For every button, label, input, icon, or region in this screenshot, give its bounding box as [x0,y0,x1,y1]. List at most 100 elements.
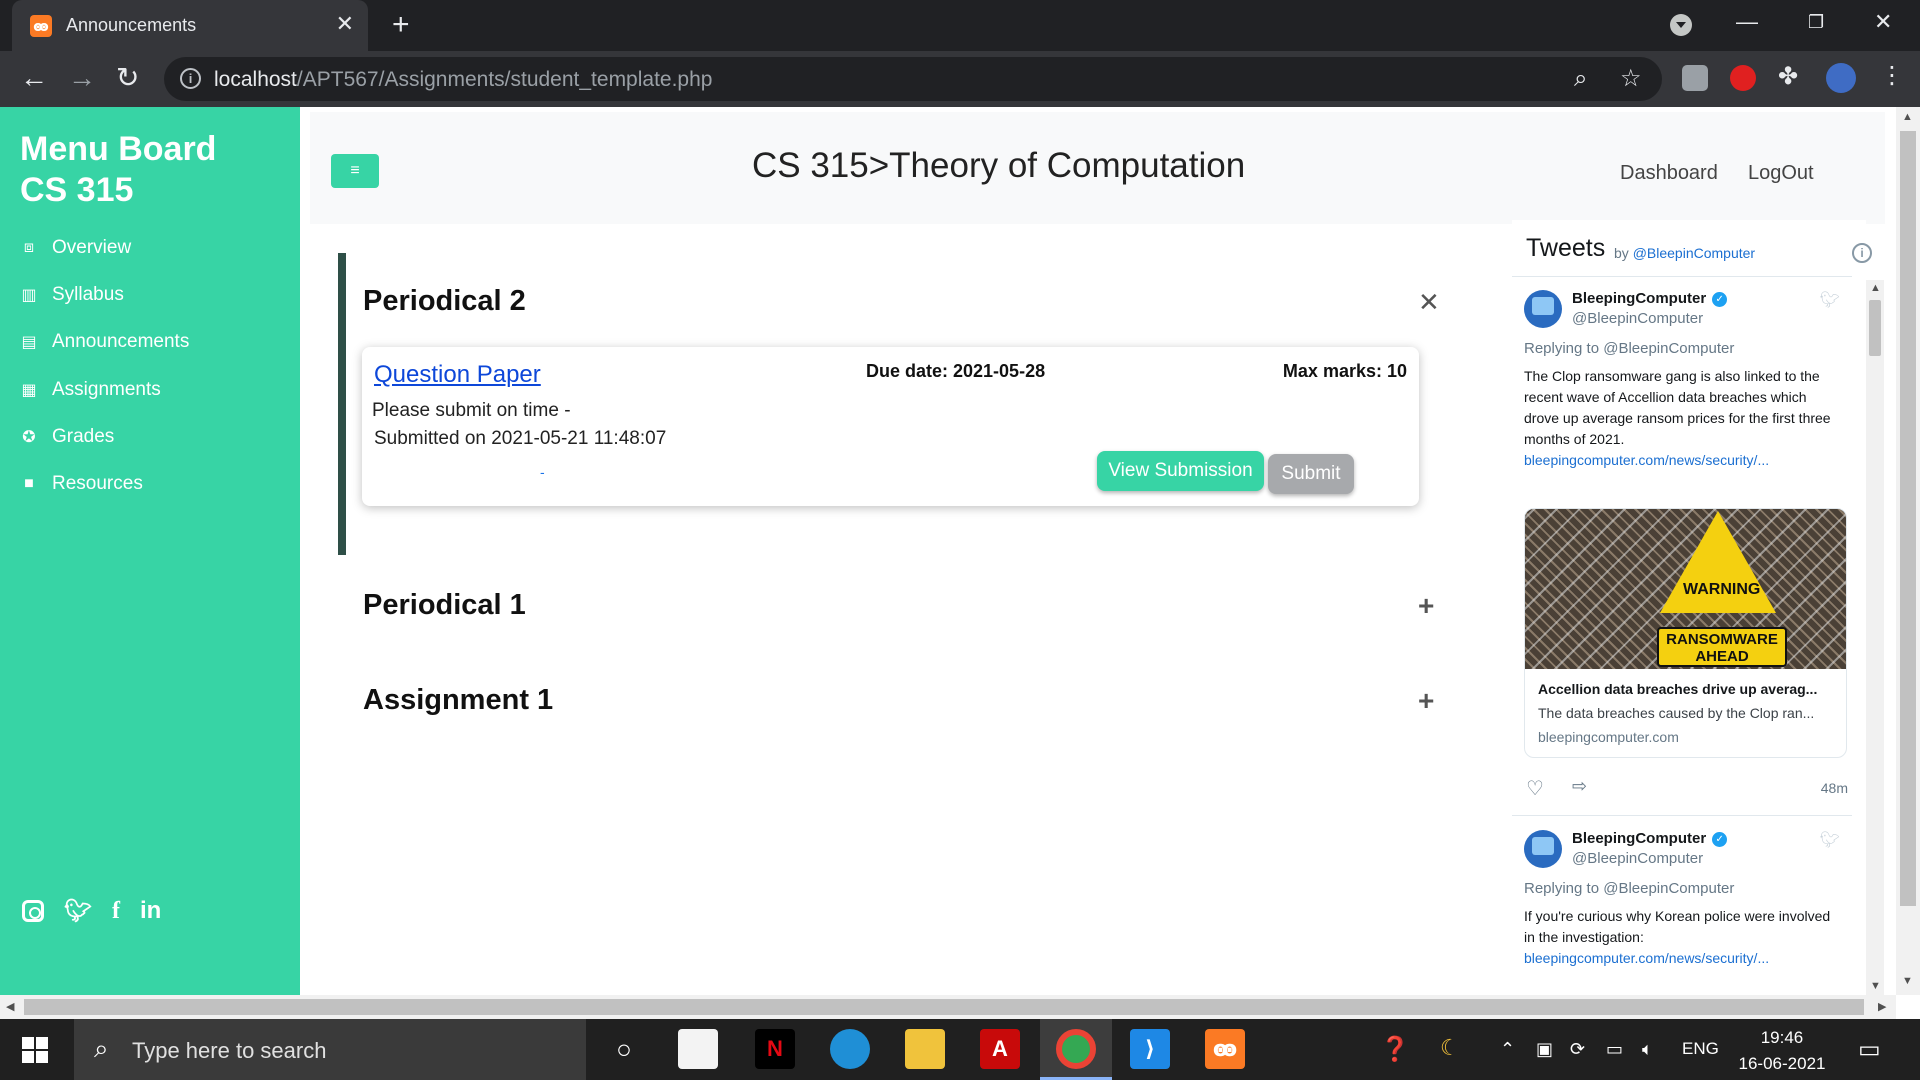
nav-logout-link[interactable]: LogOut [1748,162,1814,185]
scroll-up-icon[interactable]: ▲ [1902,111,1913,123]
window-close-icon[interactable]: ✕ [1874,8,1892,36]
system-clock[interactable]: 19:46 16-06-2021 [1736,1025,1828,1077]
site-info-icon[interactable]: i [180,68,201,89]
tweet-link[interactable]: bleepingcomputer.com/news/security/... [1524,950,1769,966]
edge-icon[interactable] [830,1029,870,1069]
expand-icon[interactable]: + [1418,685,1434,717]
xampp-icon[interactable]: ꙭ [1205,1029,1245,1069]
sidebar-item-grades[interactable]: ✪ Grades [20,426,114,448]
sidebar: Menu Board CS 315 ⧈ Overview ▥ Syllabus … [0,107,300,995]
section-title-assignment-1[interactable]: Assignment 1 [363,684,553,717]
cortana-icon[interactable]: ○ [604,1029,644,1069]
tweet-author[interactable]: BleepingComputer ✓ [1572,830,1728,847]
weather-moon-icon[interactable]: ☾ [1440,1035,1460,1061]
meet-icon[interactable]: ▣ [1536,1039,1553,1060]
horizontal-scrollbar[interactable]: ◀ ▶ [0,995,1896,1019]
adblock-extension-icon[interactable] [1730,65,1756,91]
twitter-icon[interactable]: 🐦︎ [64,898,92,924]
zoom-icon[interactable]: ⌕ [1574,66,1587,92]
submit-button[interactable]: Submit [1268,454,1354,494]
extension-icon[interactable] [1682,65,1708,91]
timeline-scrollbar[interactable]: ▲ ▼ [1866,280,1884,995]
vscode-icon[interactable]: ⟩ [1130,1029,1170,1069]
bookmark-star-icon[interactable]: ☆ [1620,66,1642,92]
sidebar-item-syllabus[interactable]: ▥ Syllabus [20,284,123,306]
notifications-icon[interactable]: ▭ [1858,1035,1881,1064]
tab-search-icon[interactable] [1670,14,1692,36]
forward-icon[interactable]: → [68,61,96,95]
scrollbar-thumb[interactable] [1869,300,1881,356]
acrobat-icon[interactable]: A [980,1029,1020,1069]
tweet-text: The Clop ransomware gang is also linked … [1524,368,1831,468]
chrome-icon[interactable] [1056,1029,1096,1069]
sidebar-item-assignments[interactable]: ▦ Assignments [20,379,160,401]
replying-to[interactable]: Replying to @BleepinComputer [1524,340,1734,357]
profile-avatar[interactable] [1826,63,1856,93]
section-title-periodical-1[interactable]: Periodical 1 [363,589,526,622]
replying-to[interactable]: Replying to @BleepinComputer [1524,880,1734,897]
box-icon: ⧈ [23,239,35,256]
netflix-icon[interactable]: N [755,1029,795,1069]
browser-menu-icon[interactable]: ⋮ [1880,63,1904,89]
verified-icon: ✓ [1712,292,1728,307]
reload-icon[interactable]: ↻ [116,61,139,95]
scroll-down-icon[interactable]: ▼ [1902,975,1913,987]
back-icon[interactable]: ← [20,61,48,95]
help-icon[interactable]: ❓ [1380,1035,1410,1064]
tweet-handle[interactable]: @BleepinComputer [1572,310,1703,327]
scroll-right-icon[interactable]: ▶ [1878,1000,1886,1013]
battery-icon[interactable]: ▭ [1606,1039,1623,1060]
scroll-left-icon[interactable]: ◀ [6,1000,14,1013]
twitter-bird-icon[interactable]: 🐦︎ [1820,290,1840,310]
avatar[interactable] [1524,290,1562,328]
taskbar-search-input[interactable]: ⌕ Type here to search [74,1019,586,1080]
linkedin-icon[interactable]: in [140,897,161,925]
tweet-author[interactable]: BleepingComputer ✓ [1572,290,1728,307]
tweet-time[interactable]: 48m [1821,780,1848,796]
twitter-bird-icon[interactable]: 🐦︎ [1820,830,1840,850]
info-icon[interactable]: i [1852,243,1872,263]
minimize-icon[interactable]: — [1736,8,1758,36]
volume-icon[interactable]: 🔈︎ [1642,1039,1653,1060]
show-hidden-icons-icon[interactable]: ⌃ [1500,1039,1515,1060]
updates-icon[interactable]: ⟳ [1570,1039,1585,1060]
address-bar[interactable]: i localhost/APT567/Assignments/student_t… [164,57,1662,101]
sidebar-item-overview[interactable]: ⧈ Overview [20,237,131,259]
collapse-icon[interactable]: ✕ [1418,287,1440,318]
file-explorer-icon[interactable] [905,1029,945,1069]
timeline-handle-link[interactable]: @BleepinComputer [1633,245,1755,261]
file-link-placeholder[interactable]: - [540,464,545,480]
extensions-puzzle-icon[interactable]: ✤ [1778,64,1798,90]
store-icon[interactable] [678,1029,718,1069]
restore-icon[interactable]: ❐ [1808,8,1824,36]
windows-start-icon[interactable] [22,1037,48,1063]
top-navbar: ≡ CS 315>Theory of Computation Dashboard… [310,112,1885,224]
facebook-icon[interactable]: f [112,898,120,925]
scroll-down-icon[interactable]: ▼ [1870,980,1881,992]
tweet-link[interactable]: bleepingcomputer.com/news/security/... [1524,452,1769,468]
new-tab-button[interactable]: + [392,9,410,41]
scrollbar-thumb[interactable] [24,999,1864,1015]
scroll-up-icon[interactable]: ▲ [1870,282,1881,294]
view-submission-button[interactable]: View Submission [1097,451,1264,491]
share-icon[interactable]: ⇨ [1572,776,1587,797]
browser-tab[interactable]: ꙭ Announcements ✕ [12,0,368,51]
sidebar-item-resources[interactable]: ■ Resources [20,473,143,495]
tweets-heading: Tweets [1526,234,1606,262]
expand-icon[interactable]: + [1418,590,1434,622]
like-heart-icon[interactable]: ♡ [1526,776,1544,801]
nav-dashboard-link[interactable]: Dashboard [1620,162,1718,185]
section-title-periodical-2[interactable]: Periodical 2 [363,285,526,318]
sidebar-item-announcements[interactable]: ▤ Announcements [20,331,189,353]
tab-close-icon[interactable]: ✕ [336,12,354,36]
url-text[interactable]: localhost/APT567/Assignments/student_tem… [214,68,712,92]
tweet-handle[interactable]: @BleepinComputer [1572,850,1703,867]
page-scrollbar[interactable]: ▲ ▼ [1896,107,1920,995]
question-paper-link[interactable]: Question Paper [374,361,541,389]
avatar[interactable] [1524,830,1562,868]
language-indicator[interactable]: ENG [1682,1039,1719,1059]
menu-toggle-button[interactable]: ≡ [331,154,379,188]
scrollbar-thumb[interactable] [1900,131,1916,906]
instagram-icon[interactable] [22,900,44,922]
link-preview-card[interactable]: WARNING RANSOMWARE AHEAD Accellion data … [1524,508,1847,758]
